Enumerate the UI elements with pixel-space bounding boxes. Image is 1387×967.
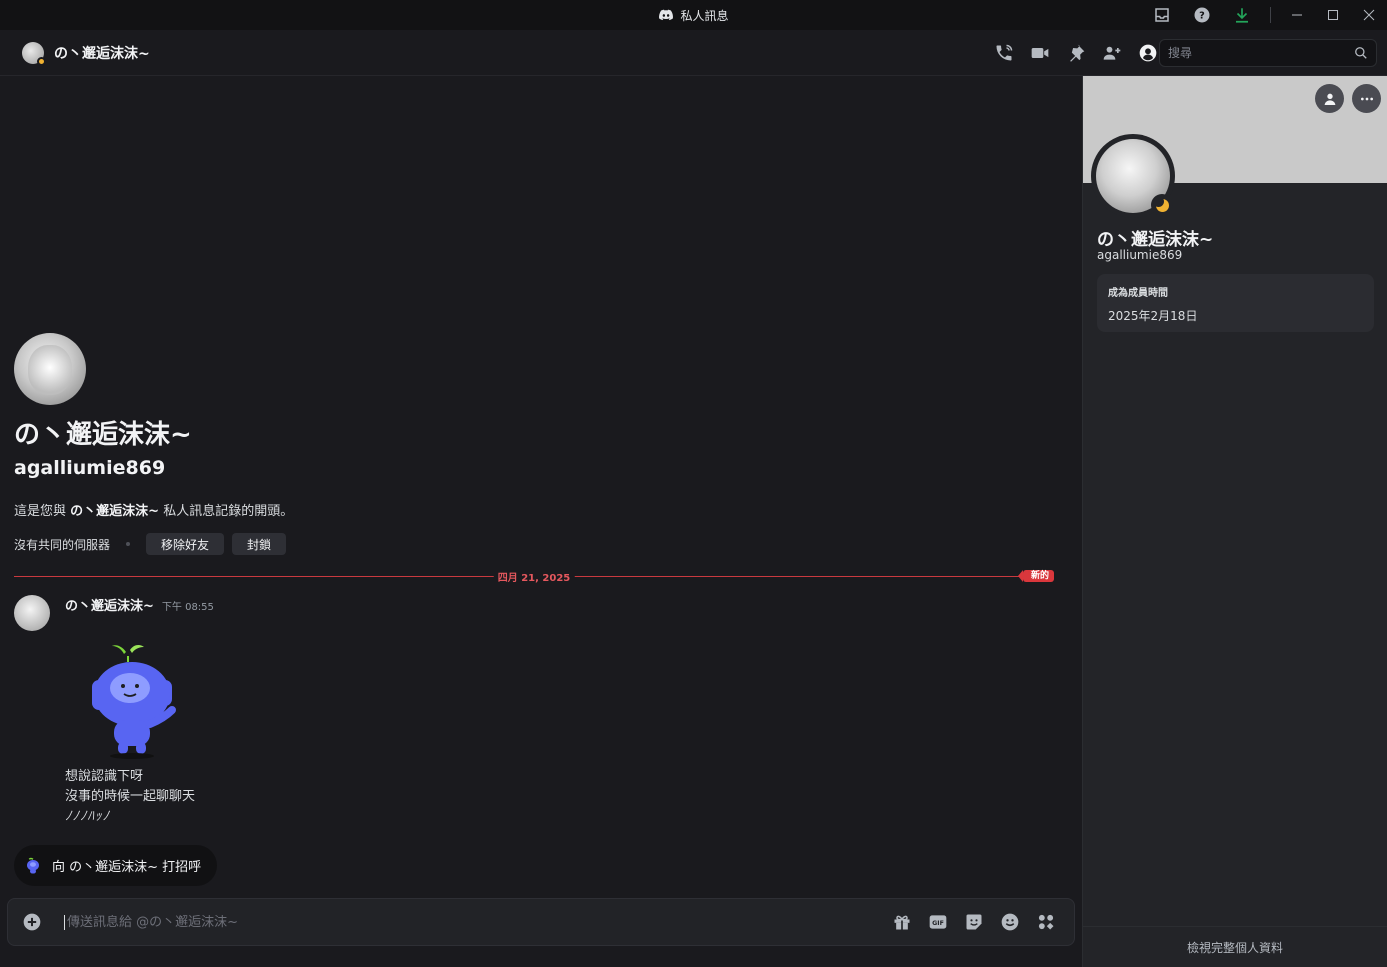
profile-display-name: の丶邂逅沫沫~ xyxy=(1097,230,1214,250)
close-button[interactable] xyxy=(1351,0,1387,30)
search-box[interactable] xyxy=(1159,39,1377,67)
message-text-line: 沒事的時候一起聊聊天 xyxy=(65,789,196,804)
date-divider: 四月 21, 2025 新的 xyxy=(14,569,1054,584)
profile-username: agalliumie869 xyxy=(1097,248,1183,262)
pinned-messages-icon[interactable] xyxy=(1065,42,1087,64)
more-options-icon[interactable] xyxy=(1352,84,1381,113)
search-icon xyxy=(1355,47,1367,59)
add-friend-icon[interactable] xyxy=(1315,84,1344,113)
intro-desc-name: の丶邂逅沫沫~ xyxy=(70,504,160,519)
maximize-button[interactable] xyxy=(1315,0,1351,30)
dm-header: の丶邂逅沫沫~ xyxy=(0,30,1387,76)
intro-username: agalliumie869 xyxy=(14,457,166,479)
member-since-card: 成為成員時間 2025年2月18日 xyxy=(1097,274,1374,332)
divider-date: 四月 21, 2025 xyxy=(493,569,575,584)
apps-icon[interactable] xyxy=(1034,910,1058,934)
message-author[interactable]: の丶邂逅沫沫~ xyxy=(65,595,154,614)
window-title: 私人訊息 xyxy=(658,7,729,24)
inbox-icon[interactable] xyxy=(1142,0,1182,30)
block-button[interactable]: 封鎖 xyxy=(232,533,287,555)
emoji-icon[interactable] xyxy=(998,910,1022,934)
wave-button-label: 向 の丶邂逅沫沫~ 打招呼 xyxy=(52,860,202,875)
intro-desc-suffix: 私人訊息記錄的開頭。 xyxy=(163,504,294,519)
wumpus-wave-icon xyxy=(27,857,39,873)
svg-text:?: ? xyxy=(1199,10,1205,21)
voice-call-icon[interactable] xyxy=(993,42,1015,64)
help-icon[interactable]: ? xyxy=(1182,0,1222,30)
add-attachment-icon[interactable] xyxy=(20,910,44,934)
gif-icon[interactable]: GIF xyxy=(926,910,950,934)
message-composer: GIF xyxy=(7,898,1075,946)
intro-desc-prefix: 這是您與 xyxy=(14,504,67,519)
intro-description: 這是您與 の丶邂逅沫沫~ 私人訊息記錄的開頭。 xyxy=(14,500,293,519)
download-icon[interactable] xyxy=(1222,0,1262,30)
sticker-icon[interactable] xyxy=(962,910,986,934)
wave-to-user-button[interactable]: 向 の丶邂逅沫沫~ 打招呼 xyxy=(14,845,218,886)
new-messages-badge: 新的 xyxy=(1017,570,1054,582)
idle-status-icon xyxy=(1151,194,1173,216)
idle-status-icon xyxy=(37,56,46,66)
member-since-label: 成為成員時間 xyxy=(1108,288,1168,299)
message-input[interactable] xyxy=(64,914,890,930)
profile-avatar[interactable] xyxy=(1091,134,1175,218)
gift-icon[interactable] xyxy=(890,910,914,934)
remove-friend-button[interactable]: 移除好友 xyxy=(146,533,225,555)
titlebar-separator xyxy=(1270,7,1271,23)
wumpus-wave-sticker[interactable] xyxy=(78,636,186,760)
message-text-line: 想說認識下呀 xyxy=(65,769,144,784)
svg-text:GIF: GIF xyxy=(932,920,944,927)
intro-actions: 沒有共同的伺服器 移除好友 封鎖 xyxy=(14,533,287,555)
chat-area: の丶邂逅沫沫~ agalliumie869 這是您與 の丶邂逅沫沫~ 私人訊息記… xyxy=(0,76,1082,967)
minimize-button[interactable] xyxy=(1279,0,1315,30)
message-text-line: ﾉﾉﾉﾊｯﾉ xyxy=(65,809,110,824)
user-profile-panel: の丶邂逅沫沫~ agalliumie869 成為成員時間 2025年2月18日 … xyxy=(1082,76,1387,967)
title-bar: 私人訊息 ? xyxy=(0,0,1387,30)
intro-avatar[interactable] xyxy=(14,333,86,405)
message-timestamp: 下午 08:55 xyxy=(161,602,214,613)
intro-display-name: の丶邂逅沫沫~ xyxy=(14,420,192,450)
header-name[interactable]: の丶邂逅沫沫~ xyxy=(54,43,150,63)
user-profile-toggle-icon[interactable] xyxy=(1137,42,1159,64)
separator-dot xyxy=(126,542,131,546)
video-call-icon[interactable] xyxy=(1029,42,1051,64)
member-since-date: 2025年2月18日 xyxy=(1108,309,1198,323)
add-friends-to-dm-icon[interactable] xyxy=(1101,42,1123,64)
message-avatar[interactable] xyxy=(14,595,50,631)
search-input[interactable] xyxy=(1168,46,1354,60)
window-title-text: 私人訊息 xyxy=(680,8,729,23)
discord-logo-icon xyxy=(659,9,674,21)
view-full-profile-link[interactable]: 檢視完整個人資料 xyxy=(1083,926,1387,967)
message-header: の丶邂逅沫沫~ 下午 08:55 xyxy=(65,595,214,614)
no-mutual-servers[interactable]: 沒有共同的伺服器 xyxy=(14,536,110,553)
header-avatar[interactable] xyxy=(22,41,46,66)
